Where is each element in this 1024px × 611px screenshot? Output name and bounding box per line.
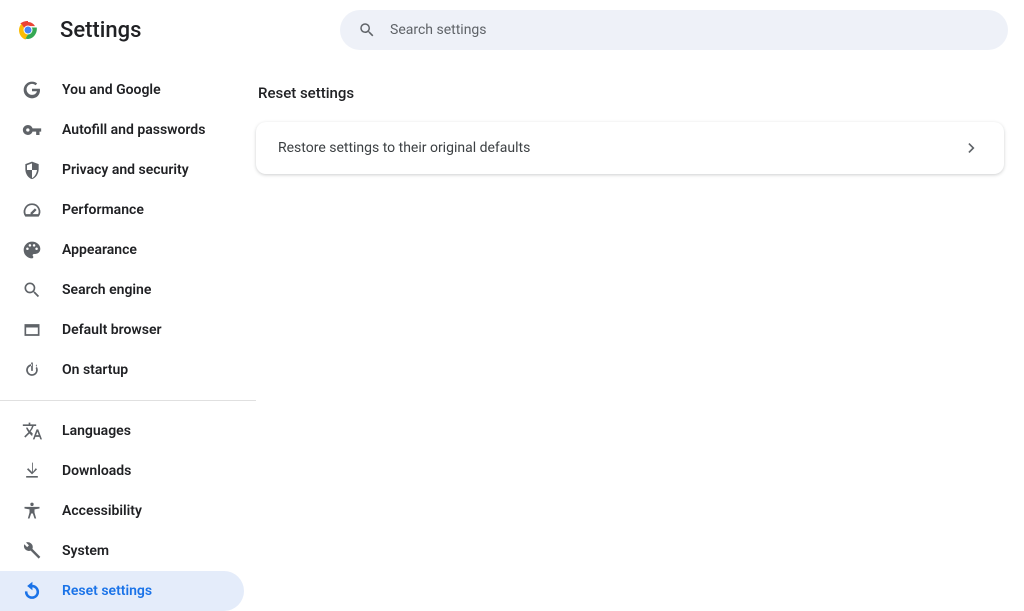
page-title: Settings: [60, 18, 340, 43]
sidebar-downloads[interactable]: Downloads: [0, 451, 244, 491]
search-icon: [358, 21, 376, 39]
sidebar-item-label: Languages: [62, 423, 131, 439]
speedometer-icon: [22, 200, 42, 220]
search-icon: [22, 280, 42, 300]
sidebar-autofill[interactable]: Autofill and passwords: [0, 110, 244, 150]
header: Settings: [0, 0, 1024, 60]
accessibility-icon: [22, 501, 42, 521]
sidebar-item-label: Search engine: [62, 282, 151, 298]
power-icon: [22, 360, 42, 380]
reset-icon: [22, 581, 42, 601]
sidebar-item-label: Privacy and security: [62, 162, 189, 178]
sidebar-item-label: Reset settings: [62, 583, 152, 599]
sidebar-item-label: Autofill and passwords: [62, 122, 205, 138]
sidebar-privacy[interactable]: Privacy and security: [0, 150, 244, 190]
sidebar-you-and-google[interactable]: You and Google: [0, 70, 244, 110]
main-content: Reset settings Restore settings to their…: [256, 60, 1024, 602]
sidebar-accessibility[interactable]: Accessibility: [0, 491, 244, 531]
wrench-icon: [22, 541, 42, 561]
sidebar-on-startup[interactable]: On startup: [0, 350, 244, 390]
google-g-icon: [22, 80, 42, 100]
sidebar-reset-settings[interactable]: Reset settings: [0, 571, 244, 611]
key-icon: [22, 120, 42, 140]
divider: [0, 400, 256, 401]
chrome-logo-icon: [16, 18, 40, 42]
shield-icon: [22, 160, 42, 180]
translate-icon: [22, 421, 42, 441]
sidebar-system[interactable]: System: [0, 531, 244, 571]
sidebar-item-label: System: [62, 543, 109, 559]
sidebar-appearance[interactable]: Appearance: [0, 230, 244, 270]
row-label: Restore settings to their original defau…: [278, 140, 530, 156]
chevron-right-icon: [962, 138, 982, 158]
sidebar-item-label: You and Google: [62, 82, 161, 98]
download-icon: [22, 461, 42, 481]
sidebar-item-label: Downloads: [62, 463, 131, 479]
browser-icon: [22, 320, 42, 340]
sidebar-item-label: Accessibility: [62, 503, 142, 519]
sidebar-performance[interactable]: Performance: [0, 190, 244, 230]
search-bar[interactable]: [340, 10, 1008, 50]
search-input[interactable]: [390, 22, 990, 38]
sidebar-item-label: Default browser: [62, 322, 162, 338]
sidebar-item-label: Appearance: [62, 242, 137, 258]
section-title: Reset settings: [258, 84, 1004, 102]
sidebar-item-label: Performance: [62, 202, 144, 218]
sidebar-search-engine[interactable]: Search engine: [0, 270, 244, 310]
restore-defaults-row[interactable]: Restore settings to their original defau…: [256, 122, 1004, 174]
card: Restore settings to their original defau…: [256, 122, 1004, 174]
sidebar-languages[interactable]: Languages: [0, 411, 244, 451]
sidebar-default-browser[interactable]: Default browser: [0, 310, 244, 350]
palette-icon: [22, 240, 42, 260]
sidebar: You and Google Autofill and passwords Pr…: [0, 60, 256, 602]
sidebar-item-label: On startup: [62, 362, 128, 378]
